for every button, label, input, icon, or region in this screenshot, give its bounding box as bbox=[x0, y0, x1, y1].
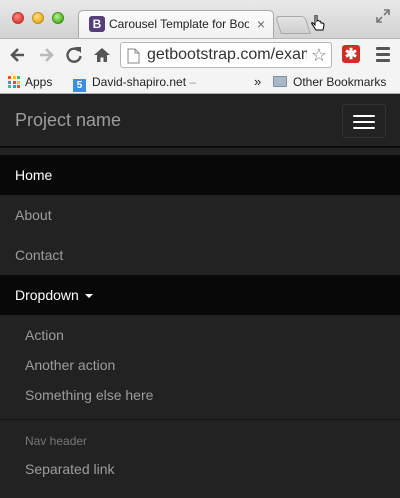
bookmark-apps[interactable]: Apps bbox=[8, 74, 52, 90]
back-icon[interactable] bbox=[8, 45, 28, 65]
apps-grid-icon bbox=[8, 76, 20, 88]
dropdown-item-something-else[interactable]: Something else here bbox=[0, 380, 400, 410]
bookmark-apps-label: Apps bbox=[25, 75, 53, 89]
bookmarks-overflow-chevron-icon[interactable]: » bbox=[254, 74, 261, 90]
nav-item-home[interactable]: Home bbox=[0, 155, 400, 195]
lastpass-extension-icon[interactable]: ✱ bbox=[342, 45, 360, 63]
dropdown-label: Dropdown bbox=[15, 287, 79, 303]
page-icon bbox=[127, 48, 140, 64]
bookmarks-bar: Apps 5 David-shapiro.net – » Other Bookma… bbox=[0, 70, 400, 94]
caret-down-icon bbox=[84, 294, 93, 298]
hand-cursor-icon bbox=[311, 15, 325, 31]
bookmark-star-icon[interactable]: ☆ bbox=[311, 45, 327, 65]
bookmark-david-shapiro[interactable]: 5 David-shapiro.net – bbox=[73, 74, 196, 92]
reload-icon[interactable] bbox=[64, 45, 84, 65]
navbar-toggle-button[interactable] bbox=[342, 104, 386, 138]
bookmark-other-label: Other Bookmarks bbox=[293, 75, 387, 89]
window-titlebar: B Carousel Template for Bootstrap × bbox=[0, 0, 400, 38]
bookmark-other-bookmarks[interactable]: Other Bookmarks bbox=[273, 74, 386, 90]
dropdown-divider bbox=[0, 419, 400, 420]
dropdown-header: Nav header bbox=[25, 434, 88, 448]
dropdown-item-action[interactable]: Action bbox=[0, 320, 400, 350]
browser-toolbar: getbootstrap.com/examples/carousel/ ☆ ✱ bbox=[0, 38, 400, 70]
bootstrap-favicon-icon: B bbox=[89, 16, 105, 32]
url-text[interactable]: getbootstrap.com/examples/carousel/ bbox=[147, 46, 307, 64]
chrome-menu-icon[interactable] bbox=[376, 47, 390, 65]
dropdown-menu: Action Another action Something else her… bbox=[0, 315, 400, 484]
fullscreen-icon[interactable] bbox=[376, 9, 390, 23]
nav-item-about[interactable]: About bbox=[0, 195, 400, 235]
nav-item-dropdown[interactable]: Dropdown bbox=[0, 275, 400, 315]
bookmark-david-label: David-shapiro.net bbox=[92, 75, 187, 89]
nav-list: Home About Contact Dropdown Action Anoth… bbox=[0, 155, 400, 484]
zoom-window-button[interactable] bbox=[52, 12, 64, 24]
nav-item-contact[interactable]: Contact bbox=[0, 235, 400, 275]
close-window-button[interactable] bbox=[12, 12, 24, 24]
folder-icon bbox=[273, 76, 287, 87]
dropdown-item-separated-link[interactable]: Separated link bbox=[0, 454, 400, 484]
minimize-window-button[interactable] bbox=[32, 12, 44, 24]
navbar-brand[interactable]: Project name bbox=[15, 110, 121, 131]
new-tab-button[interactable] bbox=[275, 16, 311, 34]
site-navbar: Project name bbox=[0, 95, 400, 147]
tab-title: Carousel Template for Bootstrap bbox=[109, 17, 249, 31]
bookmark-david-suffix: – bbox=[186, 75, 197, 89]
address-bar[interactable]: getbootstrap.com/examples/carousel/ ☆ bbox=[120, 42, 332, 68]
bookmark-favicon-icon: 5 bbox=[73, 79, 86, 92]
tab-close-icon[interactable]: × bbox=[257, 16, 265, 32]
navbar-collapse-menu: Home About Contact Dropdown Action Anoth… bbox=[0, 147, 400, 498]
forward-icon[interactable] bbox=[36, 45, 56, 65]
browser-tab[interactable]: B Carousel Template for Bootstrap × bbox=[78, 10, 274, 38]
home-icon[interactable] bbox=[92, 45, 112, 65]
dropdown-item-another-action[interactable]: Another action bbox=[0, 350, 400, 380]
